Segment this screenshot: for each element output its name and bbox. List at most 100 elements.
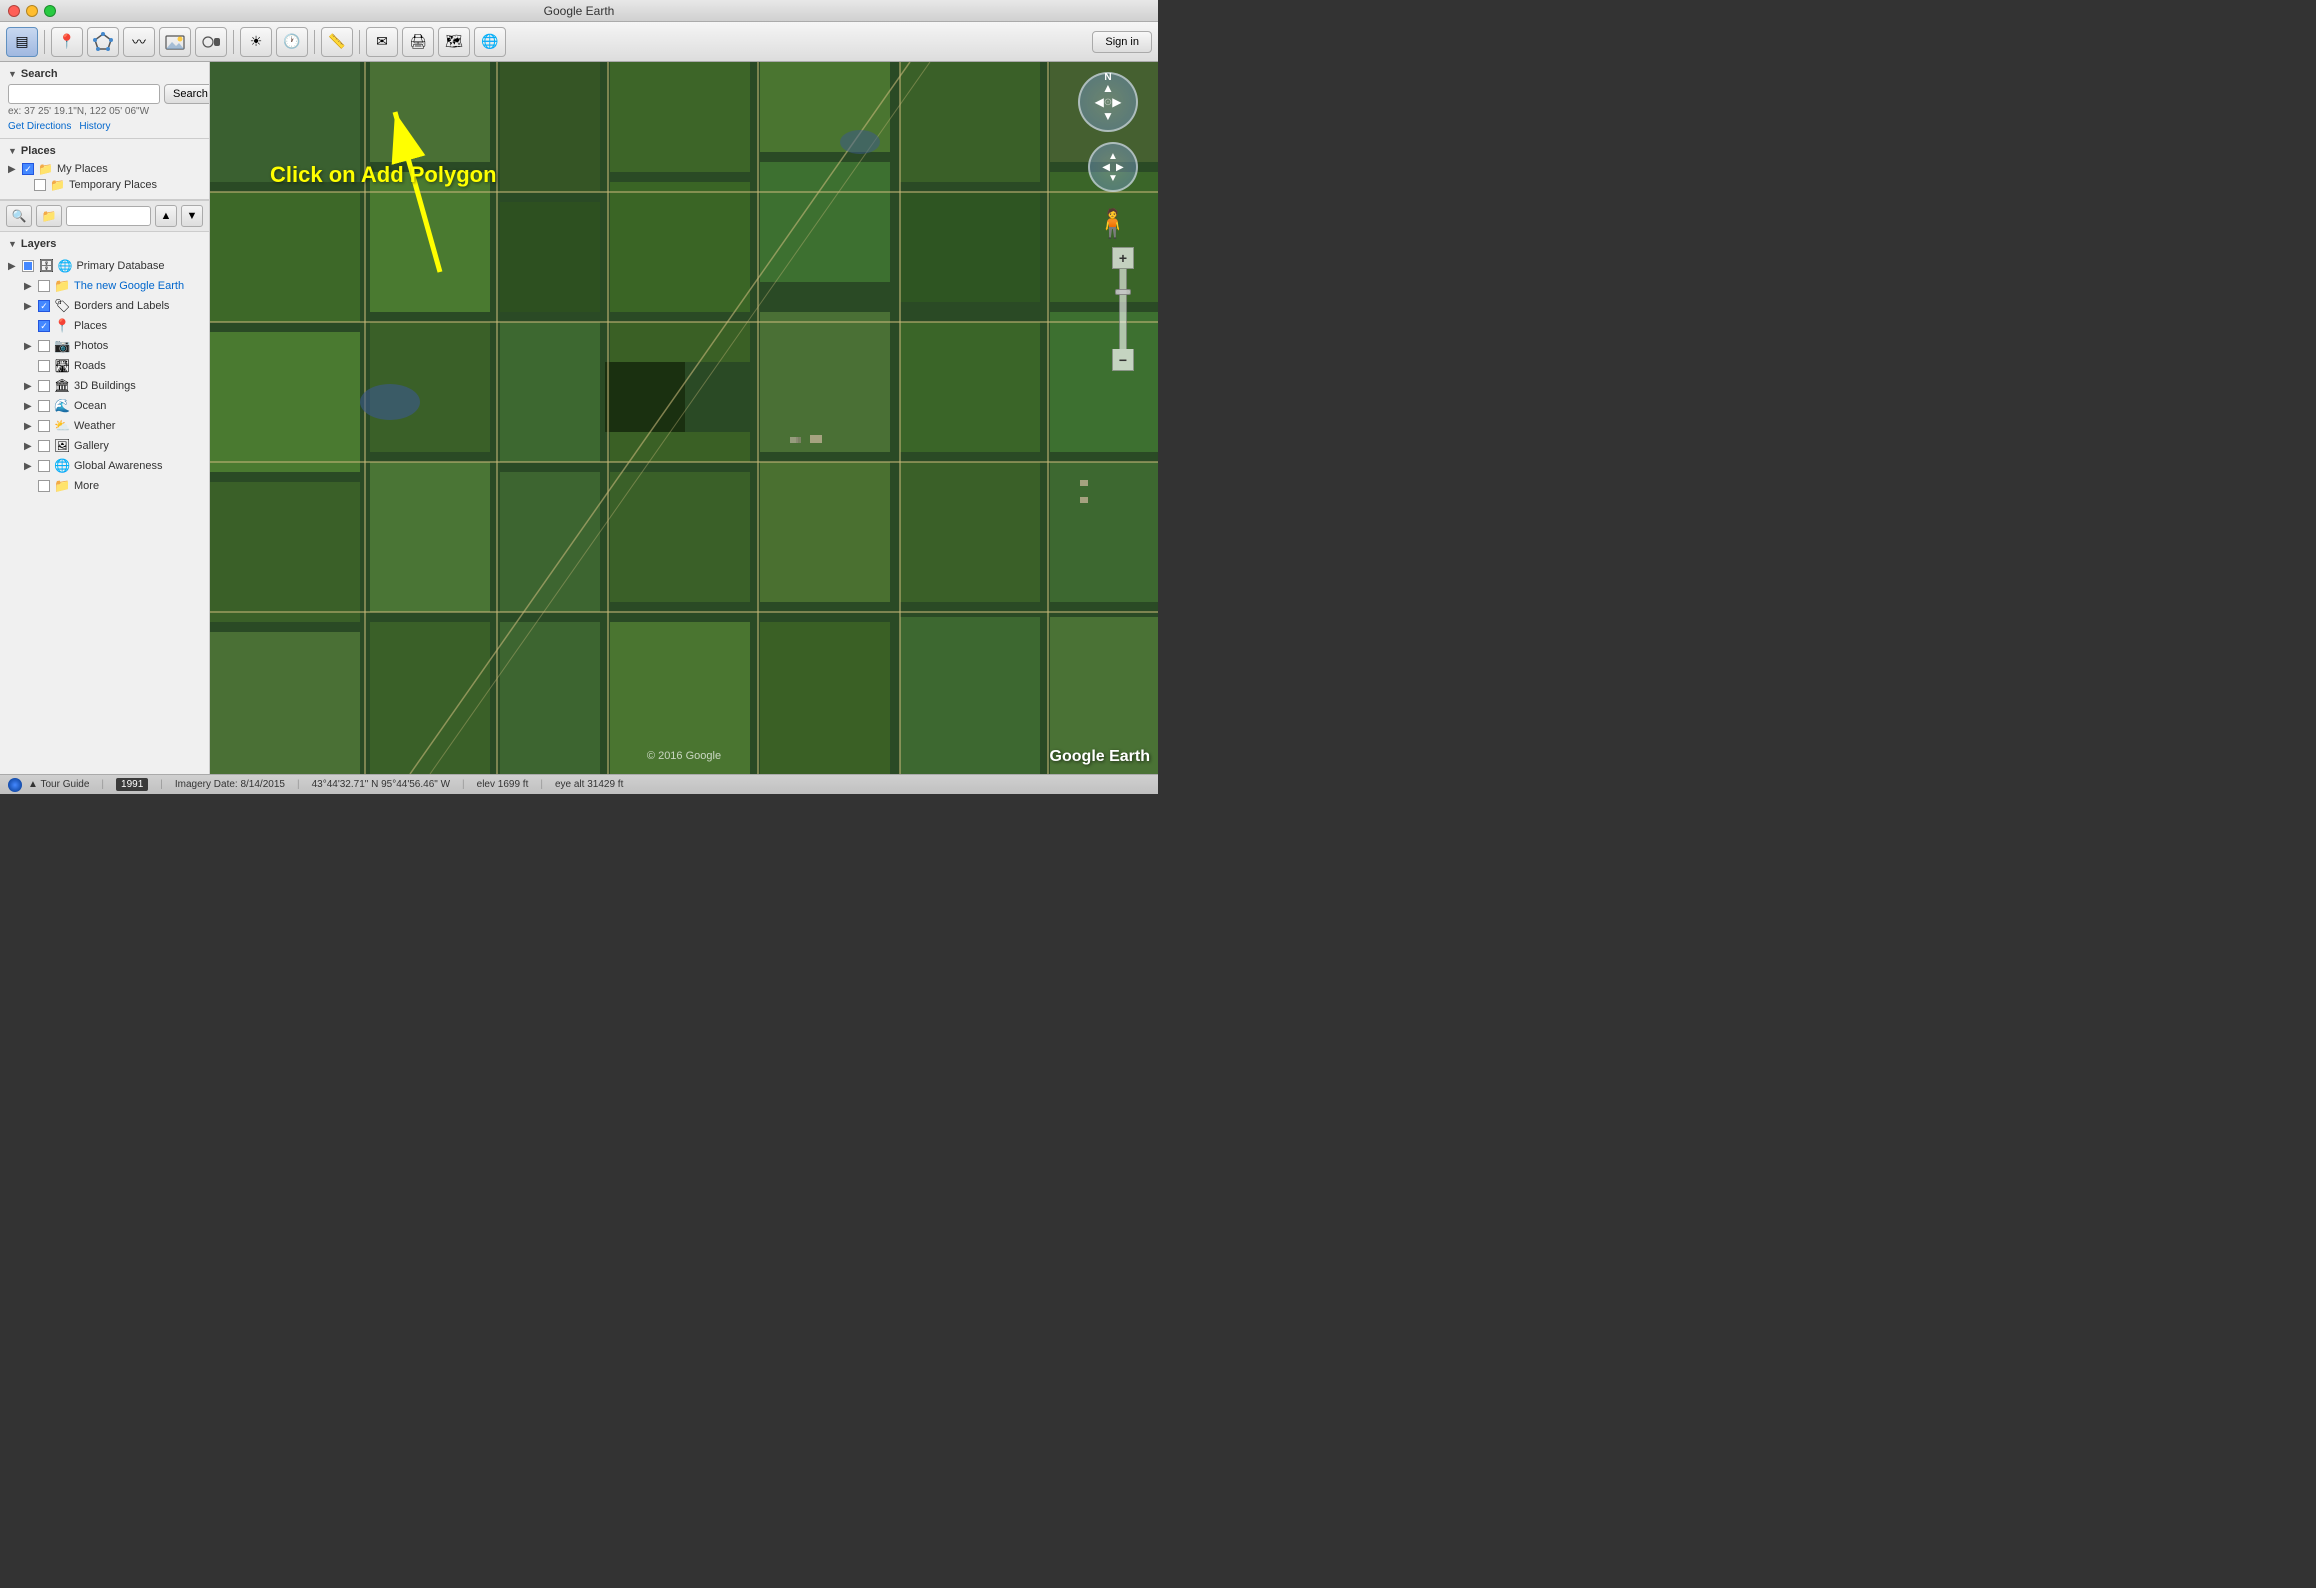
photos-label: Photos xyxy=(74,340,108,352)
my-places-checkbox[interactable]: ✓ xyxy=(22,163,34,175)
add-placemark-button[interactable]: 📍 xyxy=(51,27,83,57)
add-image-overlay-button[interactable] xyxy=(159,27,191,57)
ocean-layer-item[interactable]: ▶ 🌊 Ocean xyxy=(8,396,201,416)
title-bar: Google Earth xyxy=(0,0,1158,22)
more-label: More xyxy=(74,480,99,492)
roads-layer-item[interactable]: 🛣 Roads xyxy=(8,356,201,376)
ocean-expand-icon: ▶ xyxy=(24,401,34,412)
search-header[interactable]: ▼ Search xyxy=(8,68,201,80)
3d-buildings-expand-icon: ▶ xyxy=(24,381,34,392)
primary-database-item[interactable]: ▶ 🗄 🌐 Primary Database xyxy=(8,256,201,276)
street-view-figure[interactable]: 🧍 xyxy=(1095,207,1130,240)
add-polygon-button[interactable] xyxy=(87,27,119,57)
move-up-button[interactable]: ▲ xyxy=(155,205,177,227)
places-layer-item[interactable]: ✓ 📍 Places xyxy=(8,316,201,336)
minimize-button[interactable] xyxy=(26,5,38,17)
earth-view-button[interactable]: 🌐 xyxy=(474,27,506,57)
sun-button[interactable]: ☀ xyxy=(240,27,272,57)
search-places-button[interactable]: 🔍 xyxy=(6,205,32,227)
history-link[interactable]: History xyxy=(79,121,110,132)
3d-buildings-item[interactable]: ▶ 🏛 3D Buildings xyxy=(8,376,201,396)
print-button[interactable]: 🖨 xyxy=(402,27,434,57)
ruler-button[interactable]: 📏 xyxy=(321,27,353,57)
my-places-folder-icon: 📁 xyxy=(38,162,53,176)
global-checkbox[interactable] xyxy=(38,460,50,472)
imagery-date-label: Imagery Date: 8/14/2015 xyxy=(175,779,285,790)
toolbar-separator-2 xyxy=(233,30,234,54)
more-checkbox[interactable] xyxy=(38,480,50,492)
zoom-out-button[interactable]: − xyxy=(1112,349,1134,371)
temporary-places-item[interactable]: 📁 Temporary Places xyxy=(8,177,201,193)
primary-db-checkbox[interactable] xyxy=(22,260,34,272)
search-links: Get Directions History xyxy=(8,121,201,132)
new-google-earth-item[interactable]: ▶ 📁 The new Google Earth xyxy=(8,276,201,296)
maximize-button[interactable] xyxy=(44,5,56,17)
tour-guide-globe-icon xyxy=(8,778,22,792)
record-tour-button[interactable] xyxy=(195,27,227,57)
sidebar-toggle-button[interactable]: ▤ xyxy=(6,27,38,57)
get-directions-link[interactable]: Get Directions xyxy=(8,121,71,132)
gallery-layer-item[interactable]: ▶ 🖼 Gallery xyxy=(8,436,201,456)
layers-header[interactable]: ▼ Layers xyxy=(8,238,201,250)
temporary-places-checkbox[interactable] xyxy=(34,179,46,191)
sidebar-toolbar: 🔍 📁 ▲ ▼ xyxy=(0,200,209,232)
global-awareness-item[interactable]: ▶ 🌐 Global Awareness xyxy=(8,456,201,476)
3d-buildings-checkbox[interactable] xyxy=(38,380,50,392)
search-input[interactable] xyxy=(8,84,160,104)
compass-up-arrow[interactable]: ▲ xyxy=(1102,81,1114,95)
compass-down-arrow[interactable]: ▼ xyxy=(1102,109,1114,123)
zoom-in-button[interactable]: + xyxy=(1112,247,1134,269)
photos-checkbox[interactable] xyxy=(38,340,50,352)
email-button[interactable]: ✉ xyxy=(366,27,398,57)
places-triangle-icon: ▼ xyxy=(8,146,17,156)
gallery-checkbox[interactable] xyxy=(38,440,50,452)
places-header[interactable]: ▼ Places xyxy=(8,145,201,157)
pan-right-icon[interactable]: ▶ xyxy=(1116,162,1124,173)
photos-layer-item[interactable]: ▶ 📷 Photos xyxy=(8,336,201,356)
photos-expand-icon: ▶ xyxy=(24,341,34,352)
compass-right-arrow[interactable]: ▶ xyxy=(1112,95,1121,109)
compass-left-arrow[interactable]: ◀ xyxy=(1095,95,1104,109)
borders-labels-item[interactable]: ▶ ✓ 🏷 Borders and Labels xyxy=(8,296,201,316)
places-section: ▼ Places ▶ ✓ 📁 My Places 📁 Temporary Pla… xyxy=(0,139,209,200)
zoom-slider[interactable] xyxy=(1119,269,1127,349)
roads-checkbox[interactable] xyxy=(38,360,50,372)
more-icon: 📁 xyxy=(54,478,70,494)
places-layer-checkbox[interactable]: ✓ xyxy=(38,320,50,332)
window-title: Google Earth xyxy=(544,4,615,18)
move-down-button[interactable]: ▼ xyxy=(181,205,203,227)
weather-label: Weather xyxy=(74,420,115,432)
search-button[interactable]: Search xyxy=(164,84,210,104)
tour-guide-section[interactable]: ▲ Tour Guide xyxy=(8,778,89,792)
pan-control[interactable]: ▲ ◀ ▶ ▼ xyxy=(1088,142,1138,192)
folder-button[interactable]: 📁 xyxy=(36,205,62,227)
map-area[interactable]: Click on Add Polygon N ▲ ◀ ⊙ ▶ ▼ ▲ xyxy=(210,62,1158,774)
weather-layer-item[interactable]: ▶ ⛅ Weather xyxy=(8,416,201,436)
global-icon: 🌐 xyxy=(54,458,70,474)
pan-down-icon[interactable]: ▼ xyxy=(1108,173,1118,184)
new-ge-checkbox[interactable] xyxy=(38,280,50,292)
coordinates-label: 43°44'32.71" N 95°44'56.46" W xyxy=(312,779,450,790)
pan-up-icon[interactable]: ▲ xyxy=(1108,151,1118,162)
close-button[interactable] xyxy=(8,5,20,17)
places-search-field[interactable] xyxy=(66,206,151,226)
add-path-button[interactable]: 〰 xyxy=(123,27,155,57)
weather-checkbox[interactable] xyxy=(38,420,50,432)
pan-horizontal: ◀ ▶ xyxy=(1102,162,1123,173)
status-sep-3: | xyxy=(297,779,300,790)
zoom-thumb[interactable] xyxy=(1115,289,1131,295)
view-google-maps-button[interactable]: 🗺 xyxy=(438,27,470,57)
ocean-checkbox[interactable] xyxy=(38,400,50,412)
borders-checkbox[interactable]: ✓ xyxy=(38,300,50,312)
my-places-item[interactable]: ▶ ✓ 📁 My Places xyxy=(8,161,201,177)
window-controls[interactable] xyxy=(8,5,56,17)
nav-compass[interactable]: N ▲ ◀ ⊙ ▶ ▼ xyxy=(1078,72,1138,132)
eye-alt-label: eye alt 31429 ft xyxy=(555,779,623,790)
compass-north-label: N xyxy=(1104,72,1111,83)
pan-left-icon[interactable]: ◀ xyxy=(1102,162,1110,173)
compass-center[interactable]: ⊙ xyxy=(1104,97,1112,108)
historical-imagery-button[interactable]: 🕐 xyxy=(276,27,308,57)
more-layer-item[interactable]: 📁 More xyxy=(8,476,201,496)
sign-in-button[interactable]: Sign in xyxy=(1092,31,1152,53)
temporary-places-label: Temporary Places xyxy=(69,179,157,191)
